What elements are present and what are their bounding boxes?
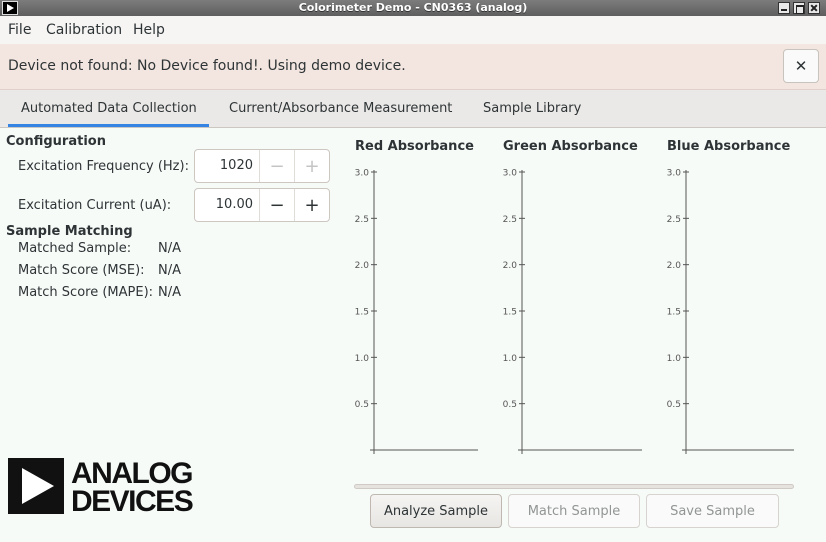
y-tick-label: 0.5 (667, 400, 681, 410)
window-close-button[interactable] (808, 2, 820, 14)
device-warning-message: Device not found: No Device found!. Usin… (8, 58, 406, 74)
blue-absorbance-title: Blue Absorbance (667, 139, 791, 154)
configuration-title: Configuration (6, 134, 106, 149)
matched-sample-label: Matched Sample: (18, 241, 132, 256)
green-absorbance-chart: 0.5 1.0 1.5 2.0 2.5 3.0 (503, 169, 642, 454)
match-score-mape-label: Match Score (MAPE): (18, 285, 154, 300)
match-sample-button[interactable]: Match Sample (508, 494, 640, 528)
logo-text-line2: DEVICES (71, 485, 193, 514)
menu-file[interactable]: File (8, 22, 31, 38)
excitation-current-spinbox[interactable]: 10.00 − + (194, 188, 330, 222)
match-score-mse-label: Match Score (MSE): (18, 263, 145, 278)
y-tick-label: 2.0 (355, 261, 370, 271)
match-score-mape-value: N/A (158, 285, 181, 300)
y-tick-label: 1.5 (667, 308, 681, 318)
menu-calibration[interactable]: Calibration (46, 22, 122, 38)
tab-current-absorbance-measurement[interactable]: Current/Absorbance Measurement (229, 101, 452, 116)
blue-absorbance-chart: 0.5 1.0 1.5 2.0 2.5 3.0 (667, 169, 794, 454)
red-absorbance-title: Red Absorbance (355, 139, 474, 154)
excitation-frequency-label: Excitation Frequency (Hz): (18, 159, 189, 174)
save-sample-button[interactable]: Save Sample (646, 494, 779, 528)
current-decrement-button[interactable]: − (259, 189, 294, 221)
y-tick-label: 2.0 (667, 261, 682, 271)
menu-help[interactable]: Help (133, 22, 165, 38)
device-warning-bar: Device not found: No Device found!. Usin… (0, 44, 826, 90)
analysis-progress-bar (354, 484, 794, 489)
window-title: Colorimeter Demo - CN0363 (analog) (298, 1, 528, 14)
matched-sample-value: N/A (158, 241, 181, 256)
active-tab-indicator (8, 124, 209, 127)
frequency-increment-button[interactable]: + (294, 150, 329, 182)
sample-matching-title: Sample Matching (6, 224, 133, 239)
maximize-button[interactable] (793, 2, 805, 14)
analog-devices-logo: ANALOG DEVICES (8, 458, 194, 514)
dismiss-warning-button[interactable]: ✕ (783, 49, 819, 83)
excitation-frequency-spinbox[interactable]: 1020 − + (194, 149, 330, 183)
frequency-decrement-button[interactable]: − (259, 150, 294, 182)
y-tick-label: 2.0 (503, 261, 518, 271)
green-absorbance-title: Green Absorbance (503, 139, 638, 154)
excitation-current-label: Excitation Current (uA): (18, 198, 172, 213)
y-tick-label: 0.5 (503, 400, 517, 410)
current-increment-button[interactable]: + (294, 189, 329, 221)
red-absorbance-chart: 0.5 1.0 1.5 2.0 2.5 3.0 (355, 169, 478, 454)
match-score-mse-value: N/A (158, 263, 181, 278)
tab-sample-library[interactable]: Sample Library (483, 101, 581, 116)
tab-automated-data-collection[interactable]: Automated Data Collection (21, 101, 197, 116)
y-tick-label: 2.5 (503, 215, 517, 225)
analyze-sample-button[interactable]: Analyze Sample (370, 494, 502, 528)
minimize-button[interactable] (778, 2, 790, 14)
close-icon: ✕ (794, 57, 808, 75)
y-tick-label: 2.5 (667, 215, 681, 225)
y-tick-label: 1.5 (355, 308, 369, 318)
y-tick-label: 1.0 (355, 354, 370, 364)
excitation-frequency-value[interactable]: 1020 (195, 150, 259, 182)
menubar: File Calibration Help (0, 16, 826, 44)
y-tick-label: 2.5 (355, 215, 369, 225)
y-tick-label: 3.0 (503, 169, 518, 179)
y-tick-label: 0.5 (355, 400, 369, 410)
tab-bar: Automated Data Collection Current/Absorb… (0, 90, 826, 128)
excitation-current-value[interactable]: 10.00 (195, 189, 259, 221)
y-tick-label: 3.0 (355, 169, 370, 179)
y-tick-label: 1.5 (503, 308, 517, 318)
y-tick-label: 1.0 (503, 354, 518, 364)
y-tick-label: 3.0 (667, 169, 682, 179)
y-tick-label: 1.0 (667, 354, 682, 364)
window-titlebar[interactable]: Colorimeter Demo - CN0363 (analog) (0, 0, 826, 16)
